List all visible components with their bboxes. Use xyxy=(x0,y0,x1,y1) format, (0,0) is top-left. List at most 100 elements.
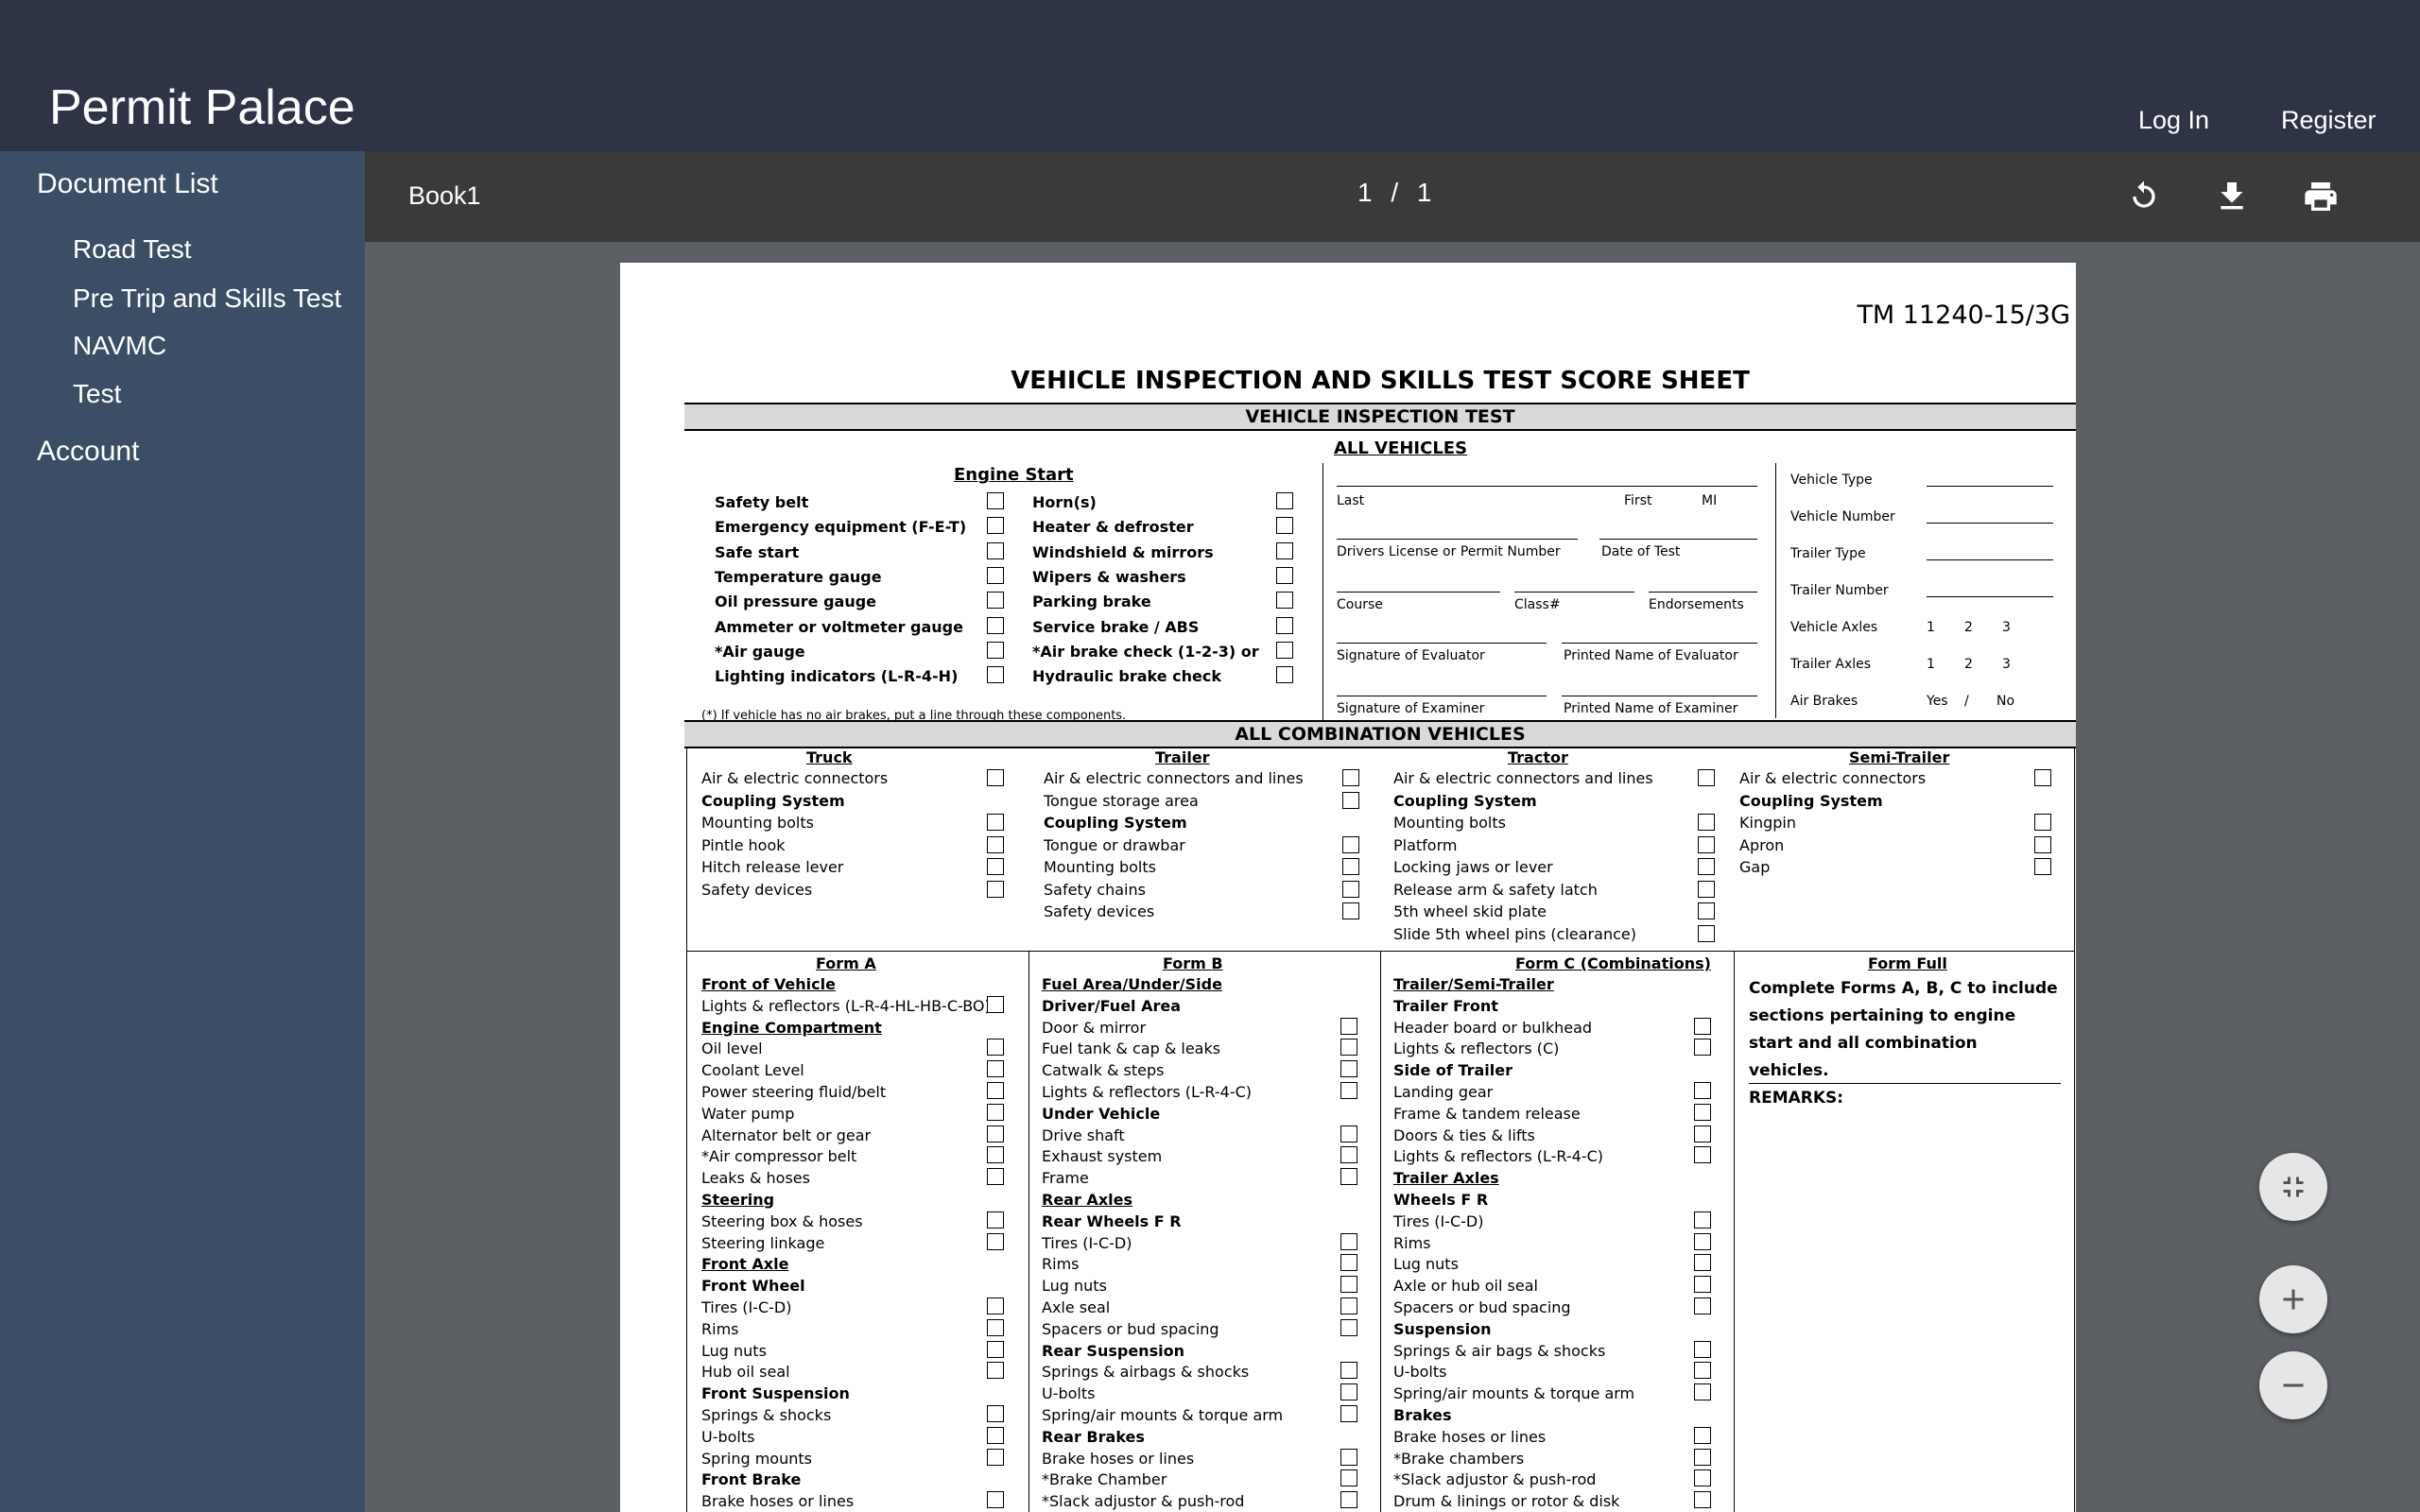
form-checkbox[interactable] xyxy=(1340,1060,1357,1078)
combo-checkbox[interactable] xyxy=(1698,858,1715,875)
engine-checkbox[interactable] xyxy=(987,541,1004,559)
form-checkbox[interactable] xyxy=(987,995,1004,1013)
form-checkbox[interactable] xyxy=(1694,1146,1711,1164)
combo-checkbox[interactable] xyxy=(1698,769,1715,786)
engine-checkbox[interactable] xyxy=(1276,566,1293,584)
form-checkbox[interactable] xyxy=(1694,1383,1711,1401)
form-checkbox[interactable] xyxy=(1340,1146,1357,1164)
zoom-out-button[interactable] xyxy=(2259,1351,2327,1419)
combo-checkbox[interactable] xyxy=(2034,858,2051,875)
form-checkbox[interactable] xyxy=(987,1082,1004,1099)
print-icon[interactable] xyxy=(2302,178,2340,215)
form-checkbox[interactable] xyxy=(1694,1125,1711,1143)
form-checkbox[interactable] xyxy=(1694,1426,1711,1444)
form-checkbox[interactable] xyxy=(987,1405,1004,1422)
engine-checkbox[interactable] xyxy=(987,616,1004,634)
combo-checkbox[interactable] xyxy=(2034,835,2051,853)
form-checkbox[interactable] xyxy=(1694,1448,1711,1466)
engine-checkbox[interactable] xyxy=(1276,492,1293,509)
form-checkbox[interactable] xyxy=(1694,1103,1711,1121)
form-checkbox[interactable] xyxy=(1694,1340,1711,1358)
combo-checkbox[interactable] xyxy=(1698,814,1715,831)
combo-checkbox[interactable] xyxy=(1342,835,1359,853)
form-checkbox[interactable] xyxy=(987,1340,1004,1358)
form-checkbox[interactable] xyxy=(987,1039,1004,1057)
combo-checkbox[interactable] xyxy=(1342,769,1359,786)
form-checkbox[interactable] xyxy=(1694,1017,1711,1035)
form-checkbox[interactable] xyxy=(1340,1318,1357,1336)
rotate-icon[interactable] xyxy=(2125,178,2163,215)
engine-checkbox[interactable] xyxy=(987,592,1004,610)
combo-checkbox[interactable] xyxy=(1698,835,1715,853)
combo-checkbox[interactable] xyxy=(987,769,1004,786)
form-checkbox[interactable] xyxy=(1694,1039,1711,1057)
combo-checkbox[interactable] xyxy=(2034,814,2051,831)
brand-logo[interactable]: Permit Palace xyxy=(49,79,355,136)
engine-checkbox[interactable] xyxy=(1276,616,1293,634)
form-checkbox[interactable] xyxy=(1340,1254,1357,1272)
form-checkbox[interactable] xyxy=(1340,1405,1357,1422)
form-checkbox[interactable] xyxy=(1694,1276,1711,1294)
form-checkbox[interactable] xyxy=(987,1125,1004,1143)
login-link[interactable]: Log In xyxy=(2138,106,2209,135)
combo-checkbox[interactable] xyxy=(1698,902,1715,919)
register-link[interactable]: Register xyxy=(2281,106,2377,135)
form-checkbox[interactable] xyxy=(987,1297,1004,1314)
sidebar-item-navmc[interactable]: NAVMC xyxy=(73,331,166,361)
form-checkbox[interactable] xyxy=(1340,1362,1357,1380)
form-checkbox[interactable] xyxy=(1340,1082,1357,1099)
form-checkbox[interactable] xyxy=(1340,1168,1357,1186)
form-checkbox[interactable] xyxy=(987,1168,1004,1186)
form-checkbox[interactable] xyxy=(1340,1448,1357,1466)
form-checkbox[interactable] xyxy=(1694,1232,1711,1250)
form-checkbox[interactable] xyxy=(987,1232,1004,1250)
form-checkbox[interactable] xyxy=(987,1146,1004,1164)
form-checkbox[interactable] xyxy=(1340,1232,1357,1250)
fit-page-button[interactable] xyxy=(2259,1153,2327,1221)
combo-checkbox[interactable] xyxy=(1342,880,1359,898)
engine-checkbox[interactable] xyxy=(987,517,1004,535)
form-checkbox[interactable] xyxy=(1694,1297,1711,1314)
form-checkbox[interactable] xyxy=(1694,1211,1711,1228)
combo-checkbox[interactable] xyxy=(1342,858,1359,875)
form-checkbox[interactable] xyxy=(987,1103,1004,1121)
engine-checkbox[interactable] xyxy=(1276,517,1293,535)
form-checkbox[interactable] xyxy=(1340,1017,1357,1035)
engine-checkbox[interactable] xyxy=(1276,666,1293,684)
combo-checkbox[interactable] xyxy=(1342,791,1359,809)
combo-checkbox[interactable] xyxy=(987,858,1004,875)
engine-checkbox[interactable] xyxy=(987,492,1004,509)
sidebar-item-road-test[interactable]: Road Test xyxy=(73,234,192,265)
form-checkbox[interactable] xyxy=(1340,1276,1357,1294)
engine-checkbox[interactable] xyxy=(1276,641,1293,659)
combo-checkbox[interactable] xyxy=(2034,769,2051,786)
engine-checkbox[interactable] xyxy=(1276,592,1293,610)
form-checkbox[interactable] xyxy=(1694,1082,1711,1099)
sidebar-account[interactable]: Account xyxy=(37,436,139,468)
combo-checkbox[interactable] xyxy=(1342,902,1359,919)
form-checkbox[interactable] xyxy=(1694,1362,1711,1380)
engine-checkbox[interactable] xyxy=(1276,541,1293,559)
combo-checkbox[interactable] xyxy=(1698,880,1715,898)
sidebar-document-list[interactable]: Document List xyxy=(37,168,218,200)
zoom-in-button[interactable] xyxy=(2259,1265,2327,1333)
form-checkbox[interactable] xyxy=(987,1362,1004,1380)
form-checkbox[interactable] xyxy=(987,1318,1004,1336)
form-checkbox[interactable] xyxy=(987,1491,1004,1509)
form-checkbox[interactable] xyxy=(1694,1254,1711,1272)
combo-checkbox[interactable] xyxy=(1698,924,1715,942)
combo-checkbox[interactable] xyxy=(987,814,1004,831)
form-checkbox[interactable] xyxy=(1340,1469,1357,1487)
engine-checkbox[interactable] xyxy=(987,566,1004,584)
form-checkbox[interactable] xyxy=(1694,1469,1711,1487)
engine-checkbox[interactable] xyxy=(987,641,1004,659)
form-checkbox[interactable] xyxy=(987,1426,1004,1444)
sidebar-item-test[interactable]: Test xyxy=(73,379,121,409)
form-checkbox[interactable] xyxy=(1340,1491,1357,1509)
form-checkbox[interactable] xyxy=(987,1211,1004,1228)
form-checkbox[interactable] xyxy=(987,1060,1004,1078)
engine-checkbox[interactable] xyxy=(987,666,1004,684)
form-checkbox[interactable] xyxy=(1340,1039,1357,1057)
form-checkbox[interactable] xyxy=(987,1448,1004,1466)
combo-checkbox[interactable] xyxy=(987,835,1004,853)
